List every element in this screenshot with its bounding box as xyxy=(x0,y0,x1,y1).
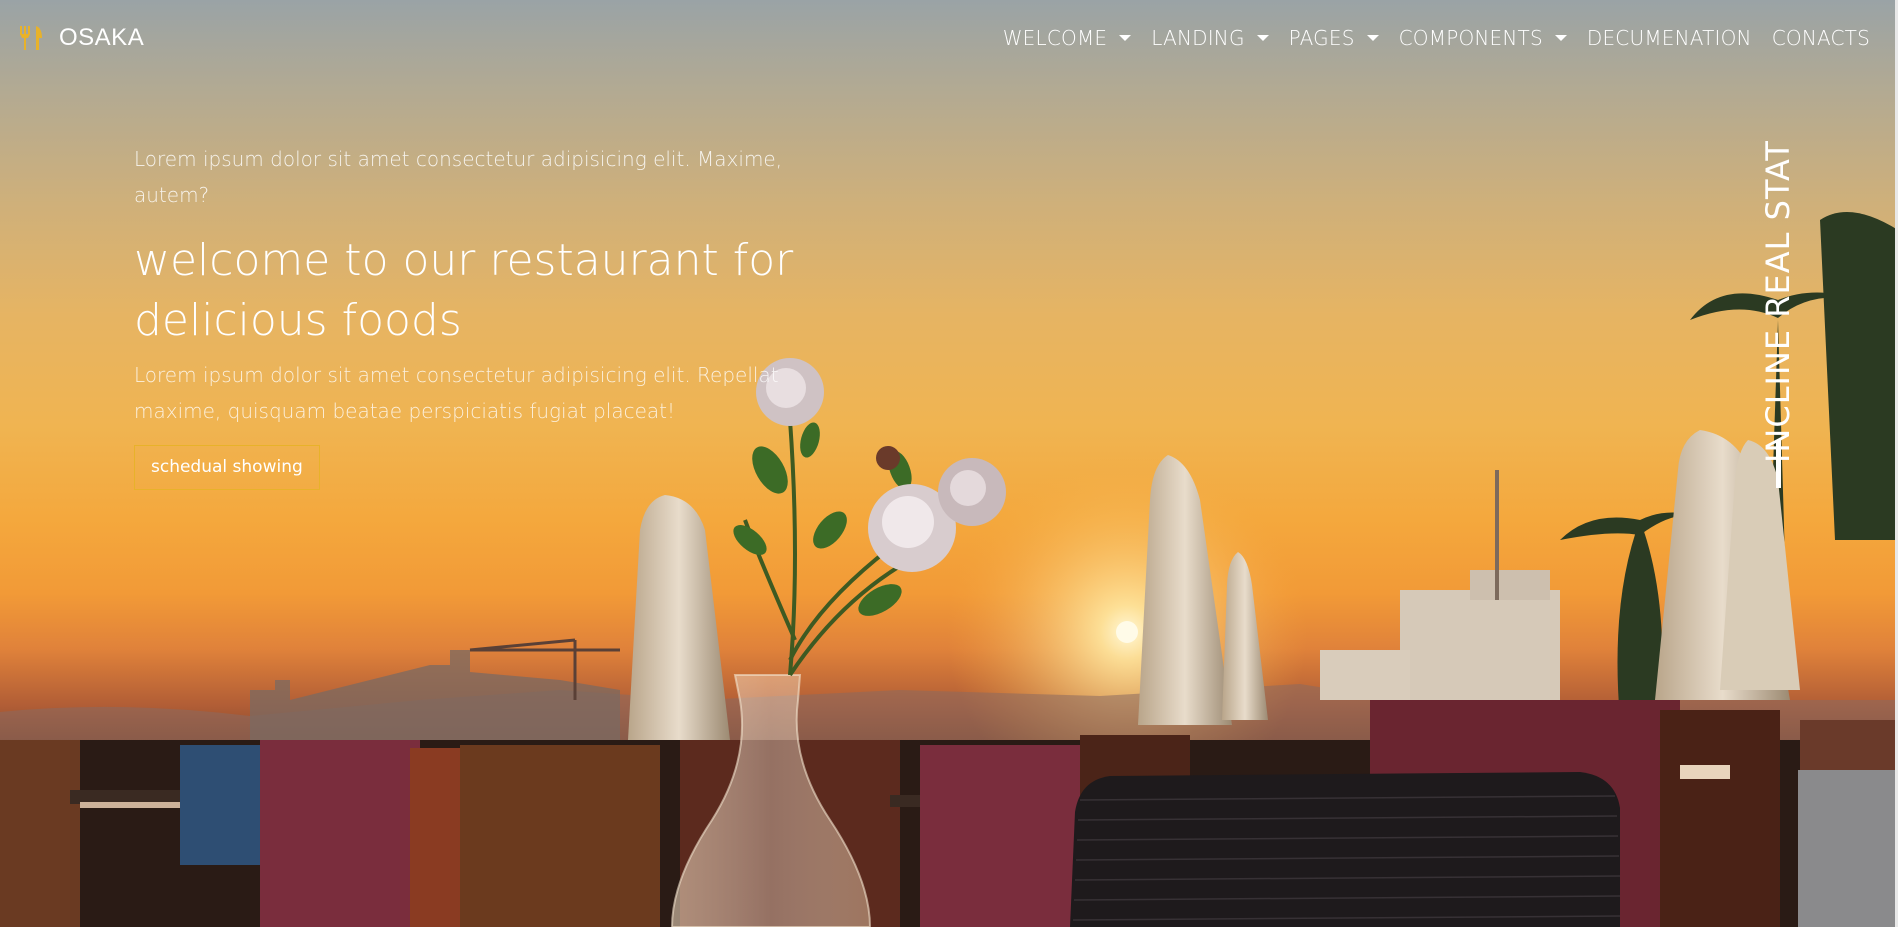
chevron-down-icon xyxy=(1119,35,1132,41)
chevron-down-icon xyxy=(1554,35,1567,41)
nav-item-label: CONACTS xyxy=(1771,26,1870,50)
nav-item-pages[interactable]: PAGES xyxy=(1289,26,1379,50)
hero-lead: Lorem ipsum dolor sit amet consectetur a… xyxy=(134,147,783,207)
chevron-down-icon xyxy=(1366,35,1379,41)
chevron-down-icon xyxy=(1256,35,1269,41)
schedule-showing-button[interactable]: schedual showing xyxy=(134,445,320,490)
nav-item-label: LANDING xyxy=(1151,26,1245,50)
hero-section: Lorem ipsum dolor sit amet consectetur a… xyxy=(134,141,794,490)
side-label-line xyxy=(1776,440,1781,488)
nav-item-landing[interactable]: LANDING xyxy=(1151,26,1269,50)
nav-item-label: COMPONENTS xyxy=(1398,26,1543,50)
nav-item-label: DECUMENATION xyxy=(1586,26,1752,50)
main-nav: WELCOME LANDING PAGES COMPONENTS DECUMEN… xyxy=(1003,26,1870,50)
hero-description: Lorem ipsum dolor sit amet consectetur a… xyxy=(134,363,779,423)
brand-logo[interactable]: OSAKA xyxy=(19,24,144,52)
nav-item-contacts[interactable]: CONACTS xyxy=(1772,26,1870,50)
nav-item-label: PAGES xyxy=(1288,26,1355,50)
navbar: OSAKA WELCOME LANDING PAGES COMPONENTS D… xyxy=(0,0,1895,80)
nav-item-components[interactable]: COMPONENTS xyxy=(1399,26,1567,50)
nav-item-label: WELCOME xyxy=(1002,26,1108,50)
nav-item-welcome[interactable]: WELCOME xyxy=(1003,26,1132,50)
side-label: INCLINE REAL STAT xyxy=(1758,140,1798,490)
hero-title: welcome to our restaurant for delicious … xyxy=(134,235,794,346)
cutlery-icon xyxy=(20,26,42,50)
brand-name: OSAKA xyxy=(59,24,145,51)
side-label-text: INCLINE REAL STAT xyxy=(1759,140,1797,463)
nav-item-documentation[interactable]: DECUMENATION xyxy=(1587,26,1752,50)
